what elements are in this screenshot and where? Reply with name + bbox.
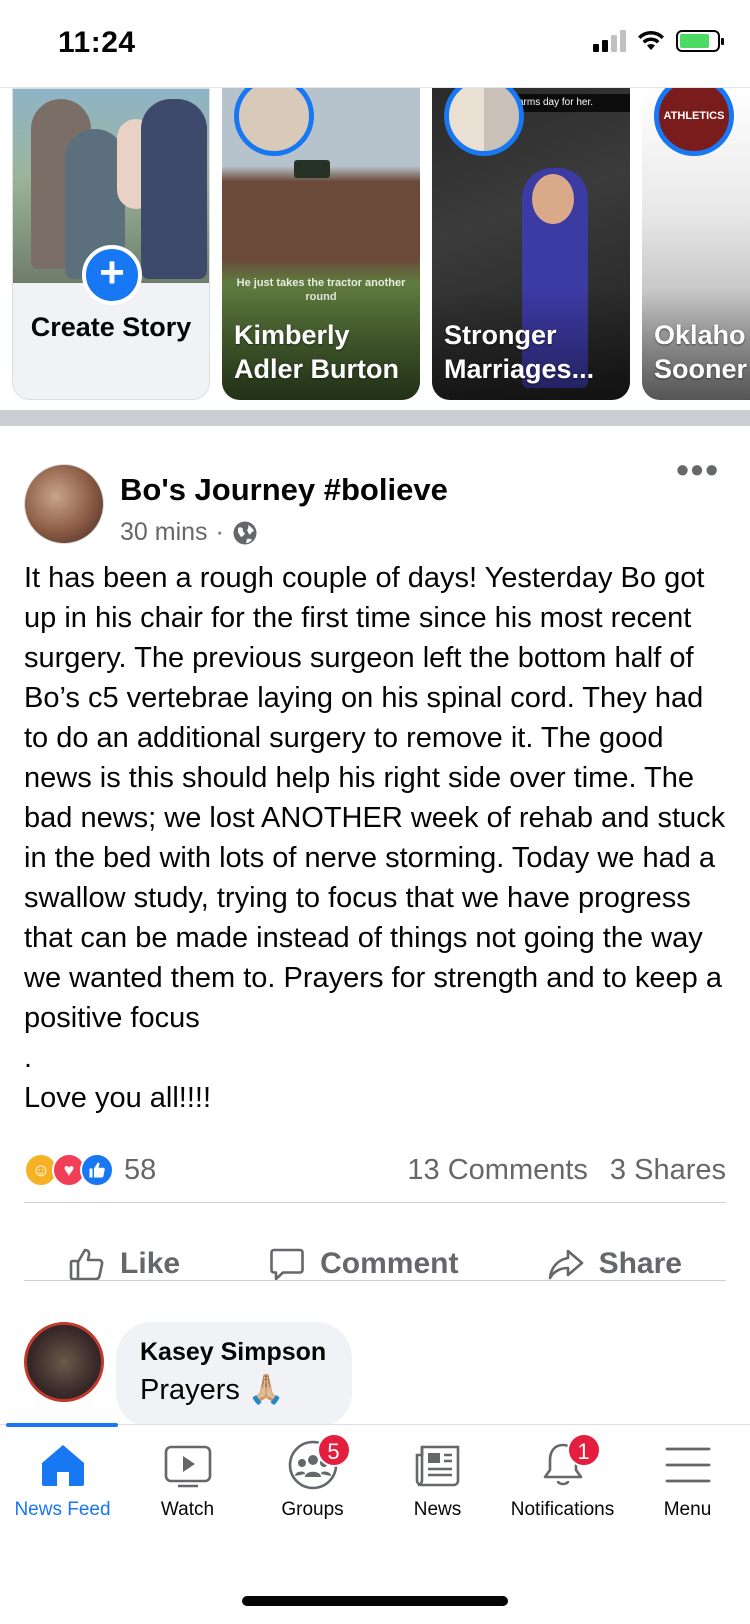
- cellular-signal-icon: [593, 30, 626, 52]
- post-text: .: [24, 1042, 33, 1074]
- divider: [24, 1280, 726, 1281]
- bottom-tab-bar: News Feed Watch 5 Groups News 1 Notifica…: [0, 1423, 750, 1624]
- home-icon: [41, 1445, 84, 1486]
- wifi-icon: [638, 30, 664, 50]
- story-card-oklahoma-sooners[interactable]: ATHLETICS Oklaho Sooner: [642, 88, 750, 400]
- status-icons: [593, 30, 724, 52]
- avatar[interactable]: [24, 1322, 104, 1402]
- tab-groups[interactable]: 5 Groups: [250, 1433, 375, 1535]
- story-name: Stronger Marriages...: [444, 320, 595, 384]
- tab-watch[interactable]: Watch: [125, 1439, 250, 1535]
- notification-badge: 5: [316, 1433, 351, 1467]
- story-banner-text: arms day for her.: [512, 94, 630, 112]
- create-story-label: Create Story: [30, 312, 192, 342]
- divider: [24, 1202, 726, 1203]
- battery-icon: [676, 30, 724, 52]
- tab-label: Groups: [281, 1499, 344, 1520]
- tab-news-feed[interactable]: News Feed: [0, 1439, 125, 1535]
- share-button[interactable]: Share: [547, 1245, 682, 1283]
- home-indicator: [242, 1596, 508, 1606]
- comment-label: Comment: [320, 1247, 459, 1280]
- post-meta: 30 mins ·: [120, 518, 258, 547]
- create-story-card[interactable]: + Create Story: [12, 88, 210, 400]
- reactions-summary[interactable]: ☺ ♥ 58 13 Comments 3 Shares: [24, 1150, 726, 1190]
- notification-badge: 1: [566, 1433, 601, 1467]
- globe-icon: [233, 521, 257, 544]
- news-icon: [415, 1445, 459, 1487]
- post-author[interactable]: Bo's Journey #bolieve: [120, 472, 448, 508]
- reaction-icons: ☺ ♥: [24, 1153, 114, 1187]
- share-label: Share: [598, 1247, 682, 1280]
- post-actions: Like Comment Share: [24, 1230, 726, 1298]
- shares-count[interactable]: 3 Shares: [610, 1154, 726, 1187]
- like-reaction-icon: [80, 1153, 114, 1187]
- reaction-count: 58: [124, 1153, 157, 1186]
- post-time[interactable]: 30 mins: [120, 518, 208, 547]
- tab-label: Menu: [663, 1499, 712, 1520]
- share-icon: [548, 1249, 583, 1280]
- watch-icon: [164, 1445, 211, 1488]
- avatar[interactable]: [24, 464, 104, 544]
- post-body: It has been a rough couple of days! Yest…: [24, 558, 734, 1118]
- story-card-kimberly[interactable]: He just takes the tractor another round …: [222, 88, 420, 400]
- tractor-image: [294, 160, 330, 178]
- story-avatar: [234, 88, 314, 156]
- story-avatar: ATHLETICS: [654, 88, 734, 156]
- tab-label: News Feed: [14, 1499, 111, 1520]
- like-label: Like: [120, 1247, 181, 1280]
- meta-separator: ·: [215, 518, 224, 546]
- post-text: It has been a rough couple of days! Yest…: [24, 562, 726, 1034]
- tab-news[interactable]: News: [375, 1439, 500, 1535]
- plus-icon[interactable]: +: [82, 245, 142, 305]
- comment-icon: [270, 1248, 304, 1281]
- thumbs-up-icon: [69, 1248, 104, 1281]
- post-text: Love you all!!!!: [24, 1082, 211, 1114]
- status-time: 11:24: [58, 26, 136, 59]
- more-options-icon[interactable]: •••: [676, 452, 720, 488]
- stories-tray: + Create Story He just takes the tractor…: [0, 88, 750, 410]
- comment-button[interactable]: Comment: [268, 1245, 458, 1283]
- tab-label: Notifications: [510, 1499, 615, 1520]
- comments-count[interactable]: 13 Comments: [407, 1154, 588, 1187]
- tab-label: News: [413, 1499, 462, 1520]
- like-button[interactable]: Like: [68, 1245, 180, 1283]
- tab-label: Watch: [160, 1499, 215, 1520]
- tab-menu[interactable]: Menu: [625, 1439, 750, 1535]
- comment-text: Prayers 🙏🏼: [140, 1374, 285, 1406]
- story-card-stronger-marriages[interactable]: arms day for her. Stronger Marriages...: [432, 88, 630, 400]
- tab-notifications[interactable]: 1 Notifications: [500, 1433, 625, 1535]
- story-name: Kimberly Adler Burton: [234, 320, 399, 384]
- menu-icon: [665, 1447, 710, 1483]
- section-divider: [0, 410, 750, 426]
- status-bar: 11:24: [0, 0, 750, 88]
- story-name: Oklaho Sooner: [654, 320, 748, 384]
- comment-author[interactable]: Kasey Simpson: [140, 1336, 326, 1368]
- story-avatar: [444, 88, 524, 156]
- active-tab-indicator: [6, 1423, 118, 1427]
- comment-bubble[interactable]: Kasey Simpson Prayers 🙏🏼: [116, 1322, 353, 1428]
